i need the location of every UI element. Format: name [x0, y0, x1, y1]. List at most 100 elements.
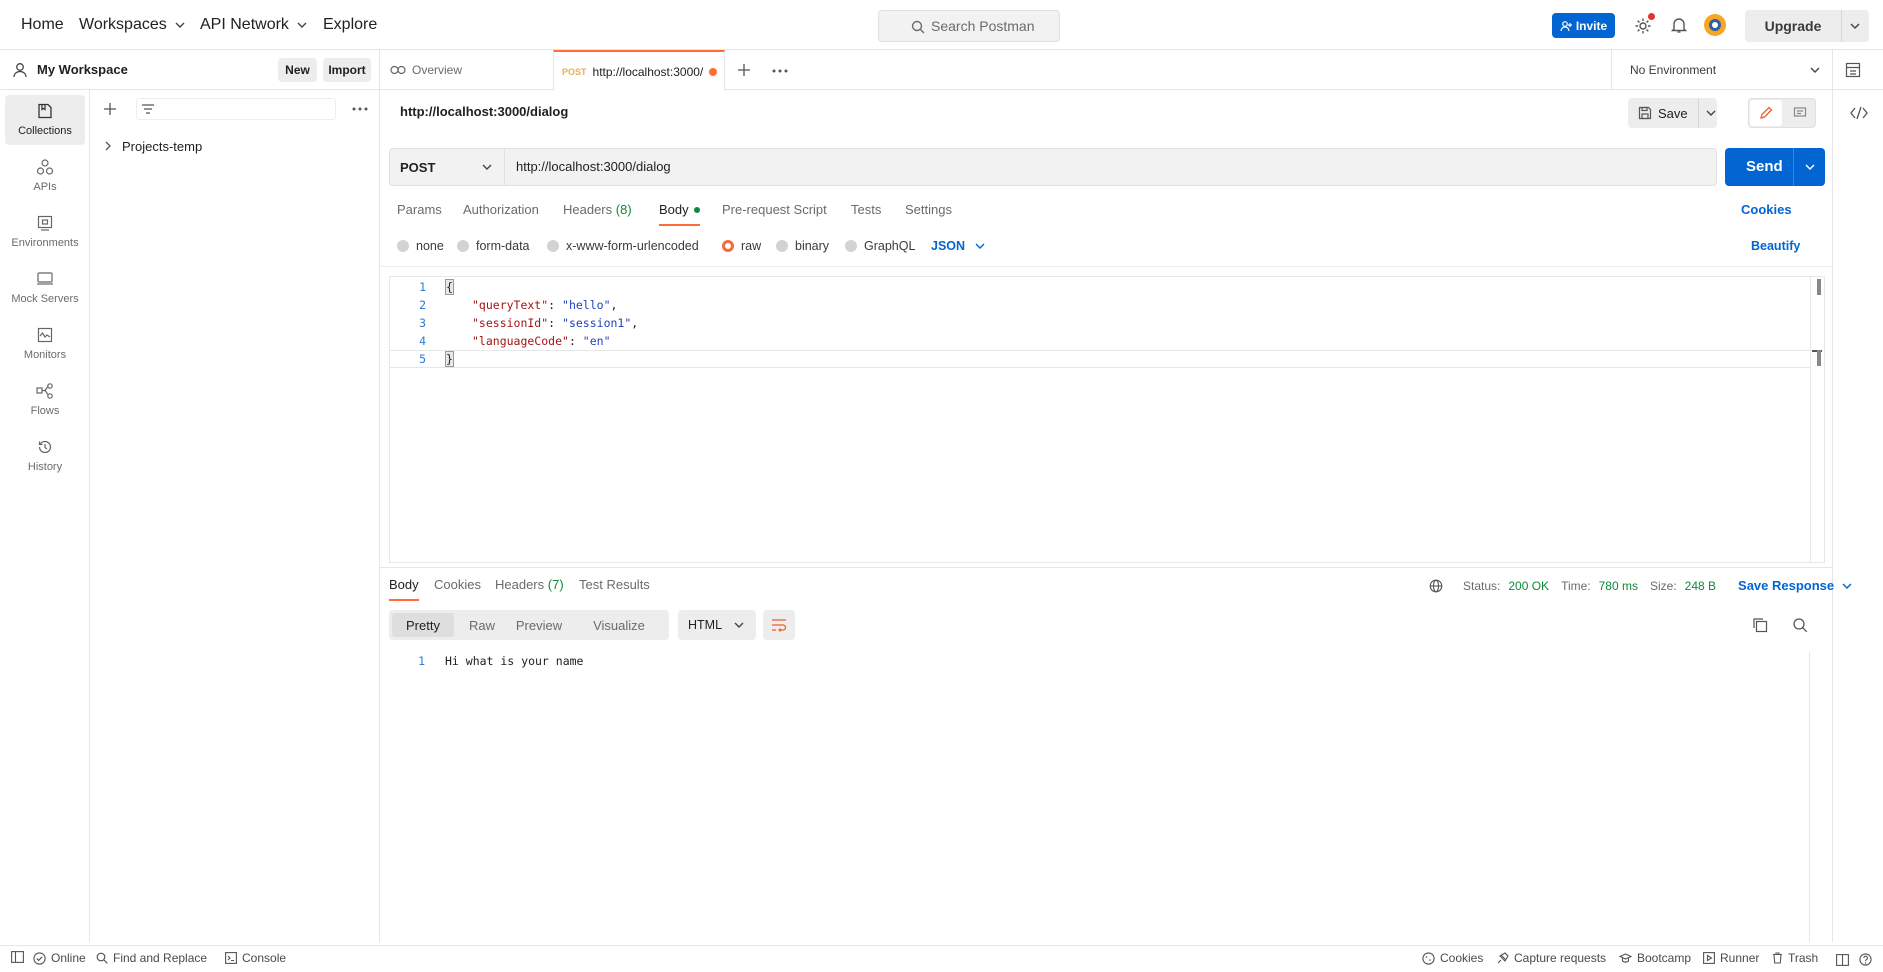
body-format-select[interactable]: JSON	[931, 239, 985, 253]
tab-prerequest-script[interactable]: Pre-request Script	[722, 202, 827, 226]
code-text: {	[445, 279, 454, 295]
radio-none[interactable]: none	[397, 239, 444, 253]
scrollbar-thumb[interactable]	[1817, 279, 1821, 295]
tab-overview[interactable]: Overview	[388, 50, 528, 90]
more-options-icon[interactable]	[352, 107, 368, 111]
response-tab-body[interactable]: Body	[389, 577, 419, 601]
chevron-down-icon[interactable]	[1850, 21, 1860, 31]
add-tab-icon[interactable]	[737, 63, 751, 77]
response-tab-test-results[interactable]: Test Results	[579, 577, 650, 601]
body-editor[interactable]: 1 { 2 "queryText": "hello", 3 "sessionId…	[389, 276, 1825, 563]
response-format-select[interactable]: HTML	[678, 610, 756, 640]
beautify-link[interactable]: Beautify	[1751, 239, 1800, 253]
globe-icon[interactable]	[1429, 579, 1443, 593]
view-raw[interactable]: Raw	[457, 613, 507, 637]
response-tab-headers[interactable]: Headers (7)	[495, 577, 564, 601]
radio-x-www-form-urlencoded[interactable]: x-www-form-urlencoded	[547, 239, 699, 253]
size-value[interactable]: 248 B	[1685, 579, 1716, 593]
wrap-lines-button[interactable]	[763, 610, 795, 640]
runner-button[interactable]: Runner	[1703, 951, 1759, 965]
rail-item-mock-servers[interactable]: Mock Servers	[5, 263, 85, 313]
edit-mode-button[interactable]	[1750, 100, 1782, 126]
response-tab-cookies[interactable]: Cookies	[434, 577, 481, 601]
capture-requests-button[interactable]: Capture requests	[1496, 951, 1606, 965]
new-button[interactable]: New	[278, 58, 317, 82]
collection-item[interactable]: Projects-temp	[104, 135, 374, 157]
status-value[interactable]: 200 OK	[1508, 579, 1549, 593]
bootcamp-button[interactable]: Bootcamp	[1619, 951, 1691, 965]
scrollbar-track	[1810, 277, 1811, 562]
import-button[interactable]: Import	[323, 58, 371, 82]
tab-headers[interactable]: Headers (8)	[563, 202, 632, 226]
radio-dot	[397, 240, 409, 252]
tab-request-active[interactable]: POST http://localhost:3000/	[553, 50, 725, 91]
upgrade-button[interactable]: Upgrade	[1745, 10, 1869, 42]
bell-icon[interactable]	[1670, 16, 1688, 34]
nav-home[interactable]: Home	[21, 0, 64, 50]
view-visualize[interactable]: Visualize	[572, 613, 666, 637]
radio-binary[interactable]: binary	[776, 239, 829, 253]
rail-item-history[interactable]: History	[5, 431, 85, 481]
filter-input[interactable]	[136, 98, 336, 120]
view-pretty[interactable]: Pretty	[392, 613, 454, 637]
tab-tests[interactable]: Tests	[851, 202, 881, 226]
workspace-name[interactable]: My Workspace	[37, 62, 128, 77]
radio-label: form-data	[476, 239, 530, 253]
send-button[interactable]: Send	[1725, 148, 1825, 186]
add-icon[interactable]	[103, 102, 117, 116]
cookies-button[interactable]: Cookies	[1422, 951, 1483, 965]
online-status[interactable]: Online	[33, 951, 86, 965]
code-line: 3 "sessionId": "session1",	[390, 314, 1790, 332]
more-tabs-icon[interactable]	[772, 69, 788, 73]
search-input[interactable]: Search Postman	[878, 10, 1060, 42]
nav-explore[interactable]: Explore	[323, 0, 377, 50]
method-select[interactable]: POST	[390, 149, 505, 185]
help-icon[interactable]	[1859, 953, 1872, 966]
json-comma: ,	[610, 298, 618, 312]
chevron-down-icon[interactable]	[1842, 581, 1852, 591]
divider	[380, 567, 1832, 568]
line-number: 4	[419, 334, 426, 348]
overview-icon	[390, 65, 406, 75]
json-value: "session1"	[562, 316, 632, 330]
nav-workspaces[interactable]: Workspaces	[79, 0, 185, 50]
environment-quick-look-icon[interactable]	[1845, 62, 1861, 78]
comments-mode-button[interactable]	[1784, 100, 1815, 126]
radio-graphql[interactable]: GraphQL	[845, 239, 915, 253]
tab-authorization[interactable]: Authorization	[463, 202, 539, 226]
chevron-down-icon[interactable]	[1706, 108, 1716, 118]
tab-settings[interactable]: Settings	[905, 202, 952, 226]
save-button[interactable]: Save	[1628, 98, 1717, 128]
rail-item-environments[interactable]: Environments	[5, 207, 85, 257]
rail-item-monitors[interactable]: Monitors	[5, 319, 85, 369]
toggle-sidebar-button[interactable]	[11, 951, 24, 963]
trash-button[interactable]: Trash	[1772, 951, 1818, 965]
rail-item-flows[interactable]: Flows	[5, 375, 85, 425]
console-button[interactable]: Console	[225, 951, 286, 965]
nav-api-network[interactable]: API Network	[200, 0, 307, 50]
invite-button[interactable]: Invite	[1552, 13, 1615, 38]
chevron-down-icon[interactable]	[1805, 162, 1815, 172]
radio-dot	[547, 240, 559, 252]
url-input[interactable]: http://localhost:3000/dialog	[516, 159, 671, 174]
avatar[interactable]	[1703, 13, 1727, 37]
cookies-link[interactable]: Cookies	[1741, 202, 1792, 217]
rail-item-collections[interactable]: Collections	[5, 95, 85, 145]
find-replace-button[interactable]: Find and Replace	[96, 951, 207, 965]
response-body[interactable]: 1 Hi what is your name	[389, 652, 1825, 942]
request-title[interactable]: http://localhost:3000/dialog	[400, 104, 568, 119]
view-preview[interactable]: Preview	[509, 613, 569, 637]
tab-body[interactable]: Body	[659, 202, 700, 226]
search-icon[interactable]	[1792, 617, 1808, 633]
time-value[interactable]: 780 ms	[1599, 579, 1638, 593]
code-icon[interactable]	[1850, 106, 1868, 120]
two-pane-icon[interactable]	[1836, 954, 1849, 966]
save-response-button[interactable]: Save Response	[1738, 578, 1834, 593]
tab-params[interactable]: Params	[397, 202, 442, 226]
environment-select[interactable]: No Environment	[1620, 50, 1830, 90]
code-text: }	[445, 351, 454, 367]
rail-item-apis[interactable]: APIs	[5, 151, 85, 201]
radio-raw[interactable]: raw	[722, 239, 761, 253]
copy-icon[interactable]	[1752, 617, 1768, 633]
radio-form-data[interactable]: form-data	[457, 239, 530, 253]
